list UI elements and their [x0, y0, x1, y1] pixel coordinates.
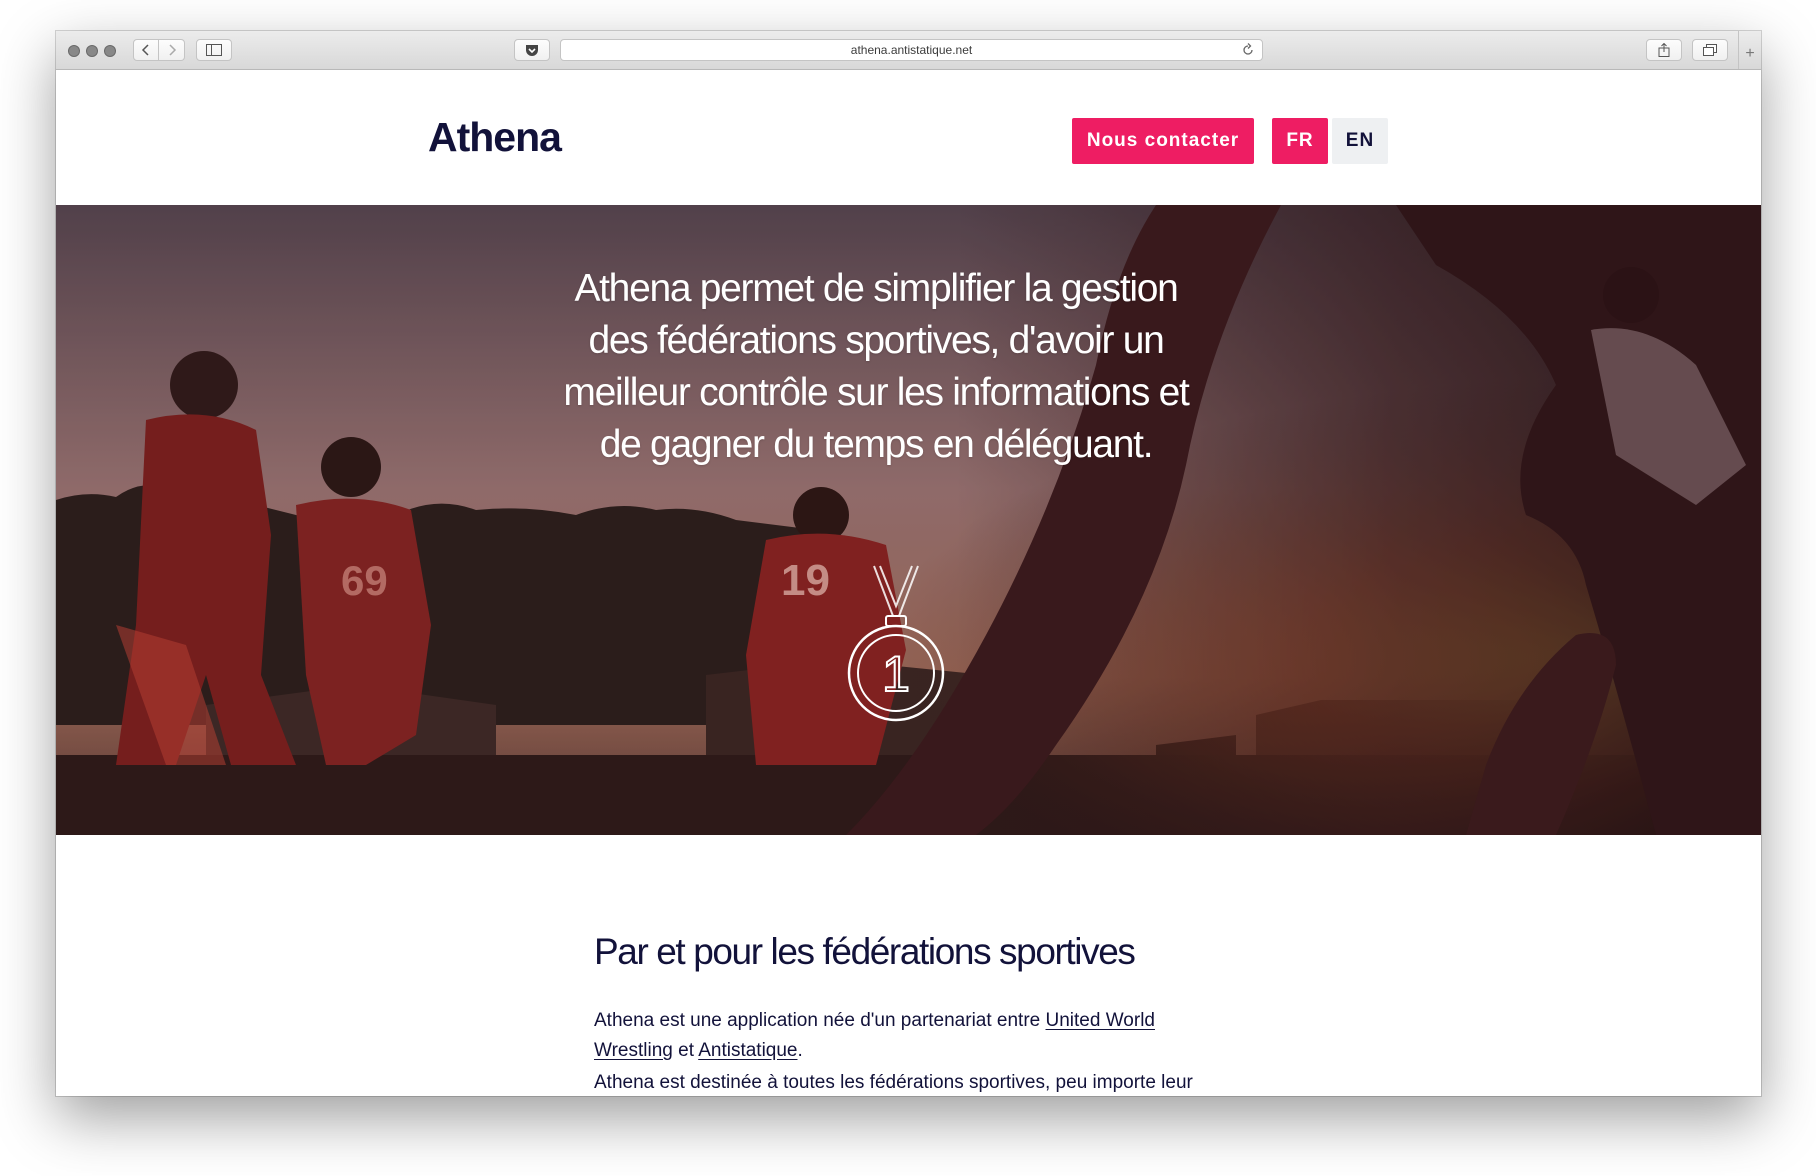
pocket-icon [526, 44, 538, 56]
sidebar-toggle-button[interactable] [196, 39, 232, 61]
medal-icon: 1 [847, 565, 945, 722]
chevron-left-icon [141, 44, 149, 56]
hero-tagline: Athena permet de simplifier la gestion d… [563, 267, 1189, 466]
audience-paragraph: Athena est destinée à toutes les fédérat… [594, 1072, 1193, 1093]
new-tab-button[interactable]: + [1738, 31, 1761, 69]
zoom-window-button[interactable] [104, 45, 116, 57]
share-icon [1658, 43, 1670, 57]
back-button[interactable] [133, 39, 159, 61]
forward-button[interactable] [159, 39, 185, 61]
chevron-right-icon [168, 44, 176, 56]
address-bar[interactable]: athena.antistatique.net [560, 39, 1263, 61]
contact-button[interactable]: Nous contacter [1072, 118, 1254, 164]
intro-text-mid: et [672, 1040, 699, 1061]
share-button[interactable] [1646, 39, 1682, 61]
plus-icon: + [1745, 45, 1755, 62]
intro-text-suffix: . [797, 1040, 803, 1061]
link-antistatique[interactable]: Antistatique [698, 1040, 797, 1061]
browser-window: athena.antistatique.net + Athena Nous co… [56, 31, 1761, 1096]
reload-icon[interactable] [1241, 43, 1255, 57]
browser-toolbar: athena.antistatique.net + [56, 31, 1761, 70]
lang-en-button[interactable]: EN [1332, 118, 1388, 164]
hero-banner: 69 19 Athena permet de simplifier la ges… [56, 205, 1761, 835]
section-heading: Par et pour les fédérations sportives [594, 931, 1136, 972]
lang-fr-button[interactable]: FR [1272, 118, 1328, 164]
site-header: Athena Nous contacter FR EN [56, 70, 1761, 205]
intro-text-prefix: Athena est une application née d'un part… [594, 1010, 1046, 1031]
url-text: athena.antistatique.net [850, 43, 973, 57]
sidebar-icon [206, 44, 222, 56]
tabs-icon [1703, 43, 1717, 56]
pocket-button[interactable] [514, 39, 550, 61]
medal-number: 1 [882, 646, 910, 702]
minimize-window-button[interactable] [86, 45, 98, 57]
site-logo[interactable]: Athena [428, 117, 562, 158]
close-window-button[interactable] [68, 45, 80, 57]
tabs-overview-button[interactable] [1692, 39, 1728, 61]
intro-paragraph: Athena est une application née d'un part… [594, 1006, 1214, 1066]
history-nav [133, 39, 185, 61]
